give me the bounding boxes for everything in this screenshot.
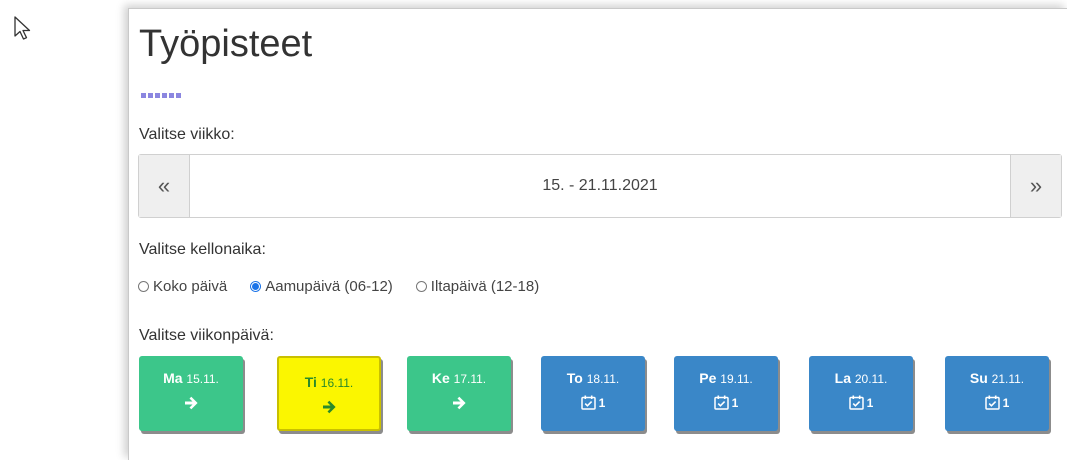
- time-option-full-day[interactable]: Koko päivä: [138, 278, 227, 295]
- day-date: 17.11.: [453, 372, 487, 386]
- calendar-check-icon: [713, 395, 729, 410]
- week-range: 15. - 21.11.2021: [542, 177, 658, 194]
- time-option-afternoon[interactable]: Iltapäivä (12-18): [415, 278, 540, 295]
- day-date: 18.11.: [586, 372, 620, 386]
- day-date: 21.11.: [991, 372, 1025, 386]
- next-week-button[interactable]: »: [1010, 155, 1061, 217]
- day-button-ke[interactable]: Ke 17.11.: [407, 356, 511, 431]
- mouse-pointer-icon: [14, 16, 31, 40]
- day-abbr: Su: [969, 370, 988, 386]
- day-button-pe[interactable]: Pe 19.11. 1: [674, 356, 778, 431]
- day-date: 20.11.: [854, 372, 888, 386]
- day-button-ti[interactable]: Ti 16.11.: [277, 356, 381, 431]
- day-abbr: To: [566, 370, 583, 386]
- booking-count: 1: [731, 395, 739, 410]
- radio-morning[interactable]: [250, 281, 262, 292]
- day-button-la[interactable]: La 20.11. 1: [809, 356, 913, 431]
- day-abbr: Ma: [163, 370, 183, 386]
- radio-afternoon[interactable]: [415, 281, 427, 292]
- time-label: Valitse kellonaika:: [139, 241, 266, 258]
- day-button-su[interactable]: Su 21.11. 1: [945, 356, 1049, 431]
- weekday-label: Valitse viikonpäivä:: [139, 327, 274, 344]
- time-option-label: Iltapäivä (12-18): [430, 278, 540, 295]
- week-label: Valitse viikko:: [139, 126, 235, 143]
- day-date: 16.11.: [320, 376, 354, 390]
- calendar-check-icon: [848, 395, 864, 410]
- day-abbr: Ke: [431, 370, 450, 386]
- page-title: Työpisteet: [139, 23, 313, 65]
- booking-count: 1: [598, 395, 606, 410]
- arrow-right-icon: [323, 400, 336, 414]
- calendar-check-icon: [580, 395, 596, 410]
- time-option-label: Koko päivä: [153, 278, 228, 295]
- booking-count: 1: [866, 395, 874, 410]
- workstations-panel: Työpisteet Valitse viikko: « 15. - 21.11…: [128, 8, 1067, 460]
- time-radio-group: Koko päivä Aamupäivä (06-12) Iltapäivä (…: [138, 278, 562, 295]
- day-date: 19.11.: [720, 372, 753, 386]
- day-button-ma[interactable]: Ma 15.11.: [139, 356, 243, 431]
- day-abbr: Pe: [699, 370, 717, 386]
- arrow-right-icon: [185, 396, 198, 410]
- arrow-right-icon: [453, 396, 466, 410]
- day-abbr: La: [834, 370, 851, 386]
- day-button-to[interactable]: To 18.11. 1: [541, 356, 645, 431]
- day-date: 15.11.: [186, 372, 219, 386]
- title-underline-dots: [141, 93, 181, 98]
- booking-count: 1: [1002, 395, 1010, 410]
- time-option-label: Aamupäivä (06-12): [265, 278, 393, 295]
- calendar-check-icon: [984, 395, 1000, 410]
- radio-full-day[interactable]: [138, 281, 149, 292]
- previous-week-button[interactable]: «: [139, 155, 190, 217]
- week-selector: « 15. - 21.11.2021 »: [138, 154, 1062, 218]
- day-abbr: Ti: [304, 374, 317, 390]
- time-option-morning[interactable]: Aamupäivä (06-12): [250, 278, 393, 295]
